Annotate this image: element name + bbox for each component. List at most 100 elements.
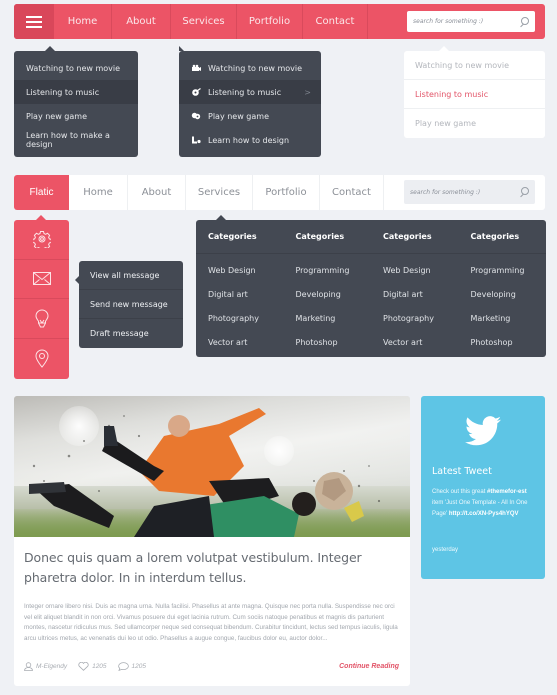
post-image [14,396,410,537]
dropdown-item[interactable]: Watching to new movie [14,56,138,80]
sidebar-item-messages[interactable] [14,260,69,299]
mega-link[interactable]: Marketing [471,306,547,330]
search-icon[interactable] [519,16,529,27]
post-author[interactable]: M-Elgendy [24,662,67,671]
mega-column: Programming Developing Marketing Photosh… [459,258,547,354]
mega-link[interactable]: Developing [471,282,547,306]
dropdown-item-label: Watching to new movie [208,63,303,73]
dropdown-item-active[interactable]: Listening to music [14,80,138,104]
dropdown-light: Watching to new movie Listening to music… [404,46,545,138]
post-comments[interactable]: 1205 [117,662,147,671]
nav-item-contact[interactable]: Contact [303,4,368,39]
tweet-text: Check out this great #themefor-est item … [432,487,538,520]
sidebar-item-settings[interactable] [14,220,69,260]
post-likes[interactable]: 1205 [78,662,107,671]
search-input[interactable]: search for something :) [407,11,535,32]
lightbulb-icon [34,309,49,328]
tweet-hashtag[interactable]: #themefor-est [487,489,527,495]
mega-link[interactable]: Photoshop [471,330,547,354]
menu-item-draft[interactable]: Draft message [79,319,183,348]
dropdown-item-active[interactable]: Listening to music [404,80,545,109]
author-name: M-Elgendy [36,663,68,670]
post-title[interactable]: Donec quis quam a lorem volutpat vestibu… [14,537,410,588]
nav-item-portfolio[interactable]: Portfolio [253,175,320,210]
sidebar-item-ideas[interactable] [14,299,69,339]
comments-count: 1205 [131,663,147,670]
nav-item-contact[interactable]: Contact [320,175,384,210]
nav-item-services[interactable]: Services [186,175,253,210]
blog-post-card: Donec quis quam a lorem volutpat vestibu… [14,396,410,686]
mega-link[interactable]: Programming [471,258,547,282]
secondary-navbar: Flatic Home About Services Portfolio Con… [14,175,545,210]
mega-link[interactable]: Digital art [208,282,284,306]
sidebar-item-location[interactable] [14,339,69,379]
heart-icon [78,662,89,671]
nav-item-about[interactable]: About [112,4,171,39]
tweet-text-prefix: Check out this great [432,489,488,495]
mega-column: Programming Developing Marketing Photosh… [284,258,372,354]
post-excerpt: Integer ornare libero nisi. Duis ac magn… [24,603,398,642]
menu-item-view-all[interactable]: View all message [79,261,183,290]
continue-reading-link[interactable]: Continue Reading [339,663,399,670]
mega-column-heading: Categories [208,232,257,241]
dropdown-item[interactable]: Learn how to design [179,128,321,152]
nav-item-about[interactable]: About [128,175,186,210]
nav-item-home[interactable]: Home [69,175,128,210]
menu-item-send-new[interactable]: Send new message [79,290,183,319]
tweet-title: Latest Tweet [432,466,492,477]
chevron-right-icon: > [304,87,311,97]
dropdown-item[interactable]: Play new game [404,109,545,138]
twitter-bird-icon [465,416,501,446]
music-disc-icon [191,88,201,96]
dropdown-item[interactable]: Learn how to make a design [14,128,138,152]
mega-link[interactable]: Vector art [383,330,459,354]
user-icon [24,662,33,671]
message-menu: View all message Send new message Draft … [75,261,183,348]
tweet-timestamp: yesterday [432,547,459,553]
nav-item-services[interactable]: Services [171,4,237,39]
mega-column-heading: Categories [470,232,520,241]
dropdown-item-active[interactable]: Listening to music > [179,80,321,104]
nav-item-portfolio[interactable]: Portfolio [237,4,303,39]
envelope-icon [32,272,51,286]
primary-navbar: Home About Services Portfolio Contact se… [14,4,545,39]
mega-link[interactable]: Vector art [208,330,284,354]
dropdown-item[interactable]: Watching to new movie [404,51,545,80]
mega-link[interactable]: Digital art [383,282,459,306]
mega-link[interactable]: Photography [208,306,284,330]
mega-column-heading: Categories [295,232,345,241]
dropdown-with-icons: Watching to new movie Listening to music… [179,46,321,157]
dropdown-item[interactable]: Play new game [179,104,321,128]
mega-link[interactable]: Web Design [383,258,459,282]
tweet-link[interactable]: http://t.co/XN-Pys4hYQV [449,511,519,517]
video-camera-icon [191,64,201,72]
gear-icon [32,231,51,249]
hamburger-icon [26,15,42,18]
mega-link[interactable]: Programming [296,258,372,282]
comment-icon [117,662,129,671]
mega-column: Web Design Digital art Photography Vecto… [196,258,284,354]
search-placeholder: search for something :) [410,188,481,196]
map-pin-icon [34,349,49,368]
mega-link[interactable]: Marketing [296,306,372,330]
dropdown-item-label: Play new game [208,111,269,121]
dropdown-item[interactable]: Watching to new movie [179,56,321,80]
latest-tweet-widget: Latest Tweet Check out this great #theme… [421,396,545,579]
dropdown-item[interactable]: Play new game [14,104,138,128]
mega-link[interactable]: Web Design [208,258,284,282]
hamburger-menu-button[interactable] [14,4,54,39]
search-icon[interactable] [519,187,529,197]
search-input[interactable]: search for something :) [404,180,535,204]
mega-link[interactable]: Photography [383,306,459,330]
brand-logo[interactable]: Flatic [14,175,69,210]
mega-link[interactable]: Photoshop [296,330,372,354]
design-tools-icon [191,136,201,144]
mega-column: Web Design Digital art Photography Vecto… [371,258,459,354]
post-meta: M-Elgendy 1205 1205 Continue Reading [24,662,399,671]
nav-item-home[interactable]: Home [54,4,112,39]
mega-menu: Categories Categories Categories Categor… [196,215,547,357]
icon-sidebar [14,215,69,379]
dropdown-plain: Watching to new movie Listening to music… [14,46,138,157]
mega-link[interactable]: Developing [296,282,372,306]
mega-column-heading: Categories [383,232,432,241]
